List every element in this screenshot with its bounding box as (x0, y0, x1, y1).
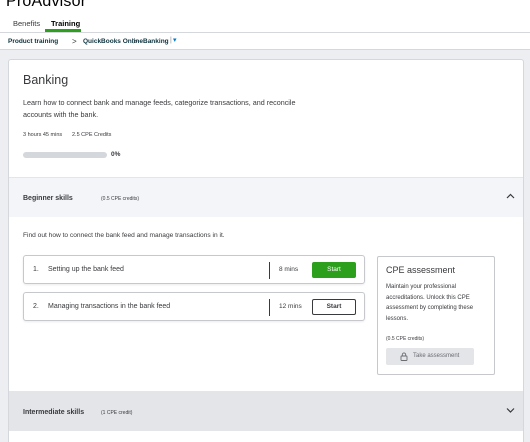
caret-down-icon[interactable]: ▾ (173, 36, 177, 44)
course-credits: 2.5 CPE Credits (72, 132, 112, 138)
progress-bar (23, 152, 107, 158)
cpe-assessment-panel: CPE assessment Maintain your professiona… (377, 256, 495, 375)
brand-title: ProAdvisor (6, 0, 87, 10)
breadcrumb-separator: > (72, 37, 77, 46)
start-button[interactable]: Start (312, 299, 356, 315)
lesson-item: 1. Setting up the bank feed 8 mins Start (23, 255, 365, 284)
tab-benefits[interactable]: Benefits (13, 19, 40, 28)
section-credits: (1 CPE credit) (101, 410, 133, 416)
course-title: Banking (23, 73, 69, 87)
start-button[interactable]: Start (312, 262, 356, 278)
section-title: Beginner skills (23, 195, 73, 202)
course-card: Banking Learn how to connect bank and ma… (8, 59, 524, 442)
section-header-intermediate[interactable]: Intermediate skills (1 CPE credit) (9, 391, 523, 431)
breadcrumb: Product training > QuickBooks Online > B… (0, 32, 530, 50)
chevron-down-icon[interactable] (506, 405, 515, 416)
tab-training[interactable]: Training (51, 19, 80, 28)
take-assessment-button[interactable]: Take assessment (386, 348, 474, 365)
breadcrumb-separator: > (133, 37, 138, 46)
breadcrumb-banking[interactable]: Banking (143, 38, 169, 45)
lesson-divider (269, 262, 270, 279)
course-duration: 3 hours 45 mins (23, 132, 63, 138)
lesson-duration: 12 mins (279, 303, 302, 310)
lock-icon (400, 352, 408, 361)
section-description: Find out how to connect the bank feed an… (23, 232, 225, 239)
cpe-text: Maintain your professional accreditation… (386, 284, 474, 322)
course-description: Learn how to connect bank and manage fee… (23, 98, 296, 119)
lesson-item: 2. Managing transactions in the bank fee… (23, 292, 365, 321)
cpe-credits: (0.5 CPE credits) (386, 336, 425, 342)
lesson-number: 2. (33, 303, 39, 310)
lesson-duration: 8 mins (279, 266, 299, 273)
section-credits: (0.5 CPE credits) (101, 196, 140, 202)
lesson-name: Setting up the bank feed (48, 266, 124, 273)
take-assessment-label: Take assessment (413, 353, 460, 359)
cpe-title: CPE assessment (386, 265, 456, 275)
lesson-name: Managing transactions in the bank feed (48, 303, 171, 310)
section-header-beginner[interactable]: Beginner skills (0.5 CPE credits) (9, 177, 523, 217)
breadcrumb-divider: | (170, 37, 172, 44)
section-title: Intermediate skills (23, 409, 85, 416)
breadcrumb-product-training[interactable]: Product training (8, 38, 58, 45)
progress-label: 0% (111, 151, 121, 158)
chevron-up-icon[interactable] (506, 191, 515, 202)
lesson-divider (269, 299, 270, 316)
top-bar: ProAdvisor Benefits Training (0, 0, 530, 32)
lesson-number: 1. (33, 266, 39, 273)
